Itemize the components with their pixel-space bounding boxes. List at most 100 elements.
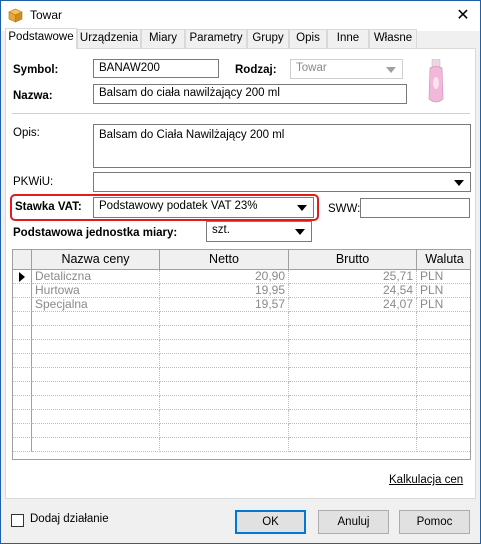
row-indicator[interactable]	[13, 284, 32, 298]
row-indicator[interactable]	[13, 340, 32, 354]
sww-input[interactable]	[360, 198, 470, 218]
cell-nazwa[interactable]	[32, 354, 160, 368]
tab-panel-podstawowe: Symbol: BANAW200 Rodzaj: Towar Nazwa: Ba…	[5, 48, 476, 499]
cell-brutto[interactable]	[289, 382, 417, 396]
cell-netto[interactable]: 20,90	[160, 270, 289, 284]
cell-brutto[interactable]	[289, 368, 417, 382]
cell-waluta[interactable]	[417, 326, 470, 340]
cell-netto[interactable]	[160, 410, 289, 424]
cell-brutto[interactable]: 25,71	[289, 270, 417, 284]
cell-brutto[interactable]	[289, 424, 417, 438]
col-nazwa-ceny[interactable]: Nazwa ceny	[32, 250, 160, 270]
cell-nazwa[interactable]	[32, 326, 160, 340]
cell-nazwa[interactable]	[32, 410, 160, 424]
cell-waluta[interactable]	[417, 340, 470, 354]
cell-netto[interactable]	[160, 396, 289, 410]
row-indicator[interactable]	[13, 270, 32, 284]
row-indicator[interactable]	[13, 438, 32, 452]
row-indicator[interactable]	[13, 410, 32, 424]
tab-parametry[interactable]: Parametry	[185, 29, 247, 48]
cell-brutto[interactable]: 24,54	[289, 284, 417, 298]
col-netto[interactable]: Netto	[160, 250, 289, 270]
cell-waluta[interactable]: PLN	[417, 298, 470, 312]
cell-waluta[interactable]	[417, 382, 470, 396]
col-waluta[interactable]: Waluta	[417, 250, 470, 270]
cell-nazwa[interactable]	[32, 340, 160, 354]
chevron-down-icon	[297, 205, 307, 211]
cancel-button[interactable]: Anuluj	[318, 510, 389, 534]
cell-waluta[interactable]: PLN	[417, 270, 470, 284]
cell-waluta[interactable]: PLN	[417, 284, 470, 298]
col-brutto[interactable]: Brutto	[289, 250, 417, 270]
symbol-input[interactable]: BANAW200	[93, 59, 219, 78]
cell-nazwa[interactable]	[32, 368, 160, 382]
cell-brutto[interactable]: 24,07	[289, 298, 417, 312]
cell-nazwa[interactable]	[32, 396, 160, 410]
cell-brutto[interactable]	[289, 340, 417, 354]
cell-brutto[interactable]	[289, 410, 417, 424]
cell-brutto[interactable]	[289, 326, 417, 340]
tab-urzadzenia[interactable]: Urządzenia	[77, 29, 141, 48]
vat-value: Podstawowy podatek VAT 23%	[99, 200, 258, 212]
jm-select[interactable]: szt.	[206, 221, 312, 242]
cell-netto[interactable]	[160, 382, 289, 396]
kalkulacja-cen-link[interactable]: Kalkulacja cen	[389, 474, 463, 486]
tab-grupy[interactable]: Grupy	[247, 29, 289, 48]
cell-brutto[interactable]	[289, 438, 417, 452]
cell-netto[interactable]	[160, 438, 289, 452]
rodzaj-select[interactable]: Towar	[290, 59, 403, 79]
rodzaj-value: Towar	[296, 62, 327, 74]
row-indicator[interactable]	[13, 312, 32, 326]
cell-nazwa[interactable]: Detaliczna	[32, 270, 160, 284]
cell-brutto[interactable]	[289, 312, 417, 326]
nazwa-input[interactable]: Balsam do ciała nawilżający 200 ml	[93, 84, 407, 104]
product-box-icon	[8, 8, 23, 23]
pkwiu-select[interactable]	[93, 172, 471, 192]
cell-netto[interactable]	[160, 424, 289, 438]
current-row-arrow-icon	[19, 272, 25, 282]
cell-netto[interactable]	[160, 326, 289, 340]
cell-waluta[interactable]	[417, 368, 470, 382]
cell-brutto[interactable]	[289, 396, 417, 410]
cell-brutto[interactable]	[289, 354, 417, 368]
chevron-down-icon	[295, 229, 305, 235]
row-indicator[interactable]	[13, 326, 32, 340]
row-indicator[interactable]	[13, 382, 32, 396]
close-icon[interactable]: ✕	[446, 1, 480, 31]
cell-waluta[interactable]	[417, 312, 470, 326]
opis-textarea[interactable]: Balsam do Ciała Nawilżający 200 ml	[93, 124, 471, 168]
cell-waluta[interactable]	[417, 424, 470, 438]
cell-netto[interactable]	[160, 354, 289, 368]
cell-netto[interactable]	[160, 368, 289, 382]
cell-netto[interactable]	[160, 312, 289, 326]
tab-miary[interactable]: Miary	[141, 29, 185, 48]
jm-label: Podstawowa jednostka miary:	[13, 227, 178, 239]
ok-button[interactable]: OK	[235, 510, 306, 534]
row-indicator[interactable]	[13, 396, 32, 410]
cell-waluta[interactable]	[417, 438, 470, 452]
cell-waluta[interactable]	[417, 410, 470, 424]
cell-waluta[interactable]	[417, 354, 470, 368]
cell-nazwa[interactable]	[32, 424, 160, 438]
cell-waluta[interactable]	[417, 396, 470, 410]
cell-nazwa[interactable]	[32, 312, 160, 326]
cell-nazwa[interactable]: Specjalna	[32, 298, 160, 312]
tab-podstawowe[interactable]: Podstawowe	[5, 28, 77, 49]
tab-wlasne[interactable]: Własne	[369, 29, 417, 48]
vat-select[interactable]: Podstawowy podatek VAT 23%	[93, 197, 314, 218]
tab-inne[interactable]: Inne	[327, 29, 369, 48]
help-button[interactable]: Pomoc	[399, 510, 470, 534]
cell-netto[interactable]: 19,57	[160, 298, 289, 312]
cell-netto[interactable]	[160, 340, 289, 354]
price-table[interactable]: Nazwa ceny Netto Brutto Waluta Detaliczn…	[12, 249, 471, 460]
dodaj-dzialanie-checkbox[interactable]	[11, 514, 24, 527]
row-indicator[interactable]	[13, 424, 32, 438]
cell-nazwa[interactable]: Hurtowa	[32, 284, 160, 298]
tab-opis[interactable]: Opis	[289, 29, 327, 48]
row-indicator[interactable]	[13, 354, 32, 368]
cell-netto[interactable]: 19,95	[160, 284, 289, 298]
row-indicator[interactable]	[13, 368, 32, 382]
cell-nazwa[interactable]	[32, 382, 160, 396]
cell-nazwa[interactable]	[32, 438, 160, 452]
row-indicator[interactable]	[13, 298, 32, 312]
